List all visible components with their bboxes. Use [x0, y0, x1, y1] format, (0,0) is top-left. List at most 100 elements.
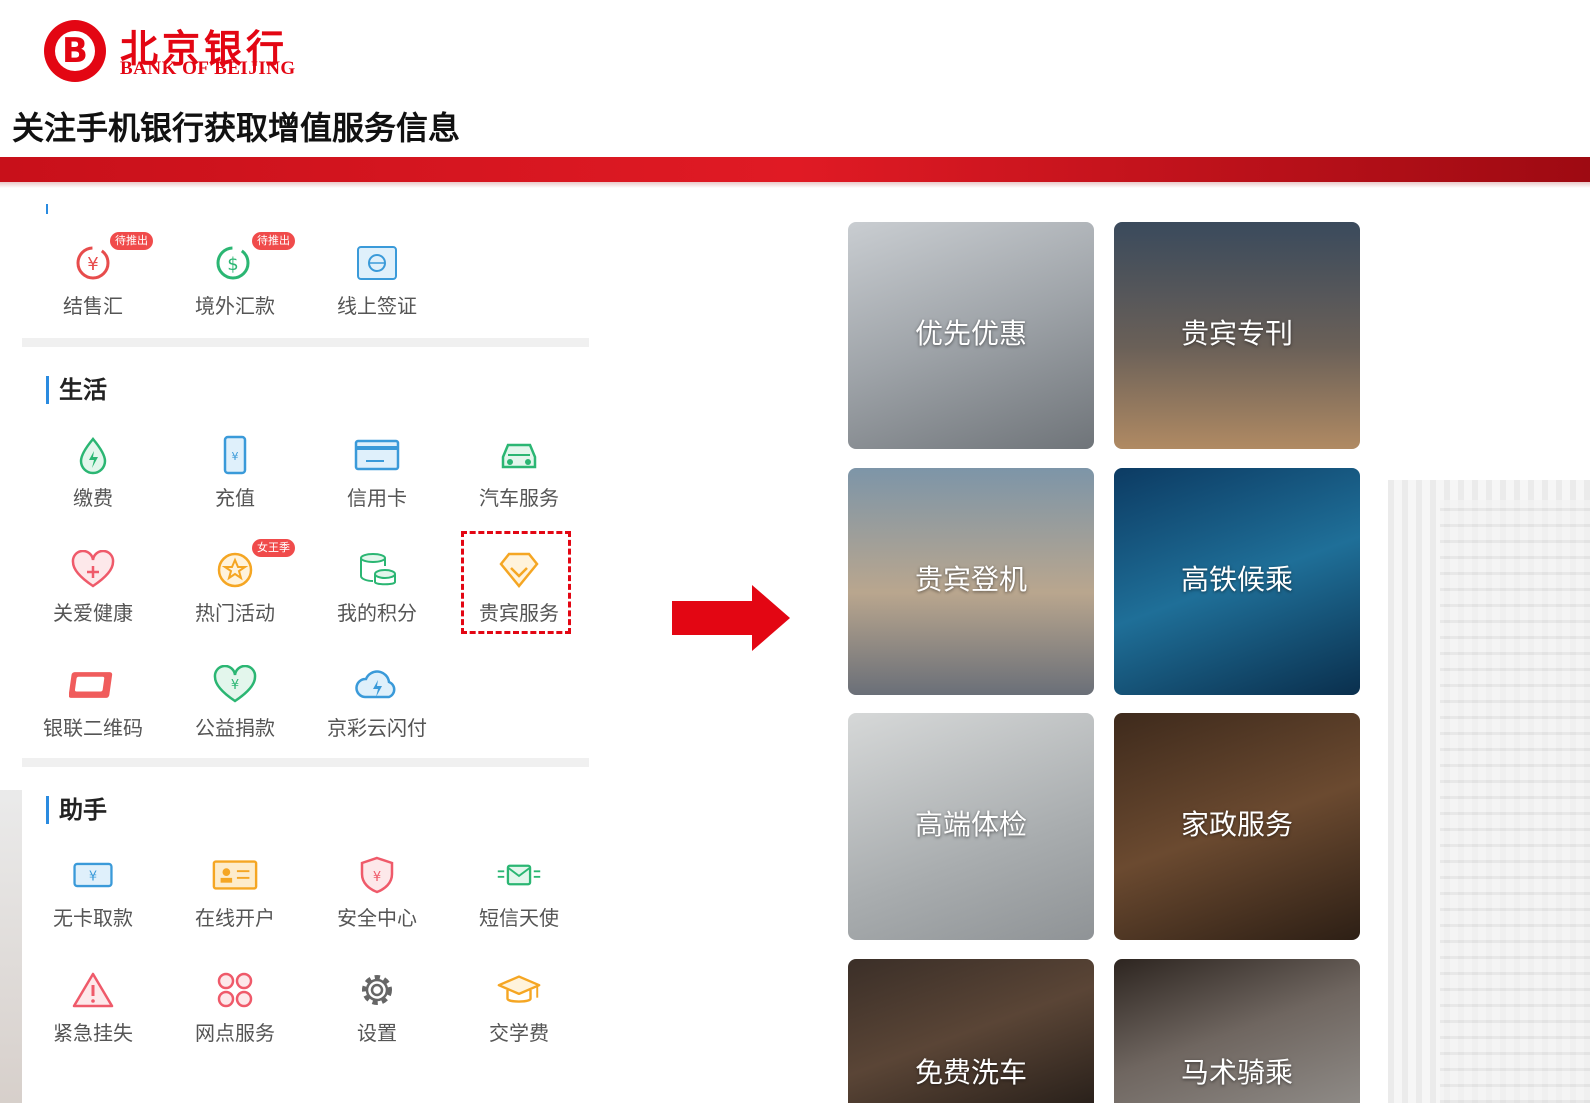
section-title-assistant: 助手 [46, 796, 107, 824]
tile-label: 高端体检 [914, 808, 1027, 841]
vip-tile-car-wash[interactable]: 免费洗车 [848, 959, 1094, 1103]
tile-label: 马术骑乘 [1180, 1056, 1293, 1089]
vip-tile-housekeeping[interactable]: 家政服务 [1114, 713, 1360, 940]
menu-item-label: 紧急挂失 [53, 1021, 133, 1045]
menu-item-recharge[interactable]: ¥ 充值 [164, 432, 306, 532]
menu-item-open-account[interactable]: 在线开户 [164, 852, 306, 952]
phone-recharge-icon: ¥ [211, 432, 259, 478]
menu-item-label: 缴费 [73, 486, 113, 510]
menu-item-label: 设置 [357, 1021, 397, 1045]
svg-text:¥: ¥ [89, 870, 97, 885]
bank-logo-icon [44, 20, 106, 82]
svg-text:$: $ [227, 254, 238, 275]
section-divider [22, 338, 589, 347]
menu-item-label: 信用卡 [347, 486, 407, 510]
menu-item-points[interactable]: 我的积分 [306, 547, 448, 647]
points-icon [353, 547, 401, 593]
svg-text:¥: ¥ [87, 254, 98, 275]
menu-item-label: 安全中心 [337, 906, 417, 930]
branch-grid-icon [211, 967, 259, 1013]
svg-text:¥: ¥ [232, 450, 239, 463]
menu-item-label: 关爱健康 [53, 601, 133, 625]
graduation-cap-icon [495, 967, 543, 1013]
menu-item-label: 热门活动 [195, 601, 275, 625]
hot-event-icon [211, 547, 259, 593]
header-band-shadow [0, 182, 1590, 188]
arrow-right-head-icon [752, 585, 790, 651]
menu-item-cloud-pay[interactable]: 京彩云闪付 [306, 662, 448, 762]
menu-item-payment[interactable]: 缴费 [22, 432, 164, 532]
vip-tile-equestrian[interactable]: 马术骑乘 [1114, 959, 1360, 1103]
tile-label: 优先优惠 [914, 317, 1027, 350]
menu-item-label: 汽车服务 [479, 486, 559, 510]
menu-item-emergency-loss[interactable]: 紧急挂失 [22, 967, 164, 1067]
status-badge: 待推出 [252, 232, 295, 250]
arrow-right-icon [672, 601, 754, 635]
warning-icon [69, 967, 117, 1013]
menu-item-credit-card[interactable]: 信用卡 [306, 432, 448, 532]
vip-tile-magazine[interactable]: 贵宾专刊 [1114, 222, 1360, 449]
page-title: 关注手机银行获取增值服务信息 [12, 109, 461, 147]
menu-item-tuition[interactable]: 交学费 [448, 967, 590, 1067]
menu-item-exchange[interactable]: ¥ 待推出 结售汇 [22, 232, 164, 340]
vip-tile-rail[interactable]: 高铁候乘 [1114, 468, 1360, 695]
credit-card-icon [353, 432, 401, 478]
currency-exchange-icon: ¥ [69, 240, 117, 286]
menu-item-label: 在线开户 [195, 906, 275, 930]
status-badge: 待推出 [110, 232, 153, 250]
remittance-icon: $ [211, 240, 259, 286]
vip-tile-boarding[interactable]: 贵宾登机 [848, 468, 1094, 695]
health-heart-icon [69, 547, 117, 593]
sms-icon [495, 852, 543, 898]
menu-item-visa[interactable]: 线上签证 [306, 240, 448, 340]
menu-item-settings[interactable]: 设置 [306, 967, 448, 1067]
menu-item-hot-events[interactable]: 女王季 热门活动 [164, 539, 306, 647]
cardless-withdraw-icon: ¥ [69, 852, 117, 898]
tile-label: 家政服务 [1180, 808, 1293, 841]
menu-item-remittance[interactable]: $ 待推出 境外汇款 [164, 232, 306, 340]
tile-label: 高铁候乘 [1180, 563, 1293, 596]
status-badge: 女王季 [252, 539, 295, 557]
menu-item-car-service[interactable]: 汽车服务 [448, 432, 590, 532]
menu-item-label: 网点服务 [195, 1021, 275, 1045]
menu-item-health[interactable]: 关爱健康 [22, 547, 164, 647]
section-title-life: 生活 [46, 376, 107, 404]
menu-item-label: 京彩云闪付 [327, 716, 427, 740]
car-icon [495, 432, 543, 478]
charity-icon: ¥ [211, 662, 259, 708]
unionpay-qr-icon [69, 662, 117, 708]
building-background-windows [1440, 500, 1590, 1103]
menu-item-sms-angel[interactable]: 短信天使 [448, 852, 590, 952]
menu-item-unionpay-qr[interactable]: 银联二维码 [22, 662, 164, 762]
menu-item-label: 银联二维码 [43, 716, 143, 740]
utility-payment-icon [69, 432, 117, 478]
menu-item-label: 我的积分 [337, 601, 417, 625]
menu-item-label: 境外汇款 [195, 294, 275, 318]
mobile-banking-panel: ¥ 待推出 结售汇 $ 待推出 境外汇款 线上签证 生活 缴费 ¥ 充值 信用卡… [22, 192, 589, 1103]
open-account-icon [211, 852, 259, 898]
menu-item-label: 线上签证 [337, 294, 417, 318]
cloud-pay-icon [353, 662, 401, 708]
menu-item-label: 结售汇 [63, 294, 123, 318]
cut-section-marker [46, 204, 48, 214]
menu-item-charity[interactable]: ¥ 公益捐款 [164, 662, 306, 762]
tile-label: 贵宾专刊 [1180, 317, 1293, 350]
menu-item-label: 交学费 [489, 1021, 549, 1045]
brand-name-en: BANK OF BEIJING [120, 58, 296, 79]
visa-icon [353, 240, 401, 286]
section-divider [22, 758, 589, 767]
menu-item-cardless-withdraw[interactable]: ¥ 无卡取款 [22, 852, 164, 952]
menu-item-label: 无卡取款 [53, 906, 133, 930]
vip-tile-priority[interactable]: 优先优惠 [848, 222, 1094, 449]
menu-item-branch-service[interactable]: 网点服务 [164, 967, 306, 1067]
tile-label: 贵宾登机 [914, 563, 1027, 596]
tile-label: 免费洗车 [914, 1056, 1027, 1089]
security-shield-icon: ¥ [353, 852, 401, 898]
menu-item-label: 充值 [215, 486, 255, 510]
left-background-image [0, 790, 22, 1103]
highlight-dashed-box [461, 531, 571, 634]
vip-tile-health-check[interactable]: 高端体检 [848, 713, 1094, 940]
menu-item-label: 短信天使 [479, 906, 559, 930]
gear-icon [353, 967, 401, 1013]
menu-item-security-center[interactable]: ¥ 安全中心 [306, 852, 448, 952]
